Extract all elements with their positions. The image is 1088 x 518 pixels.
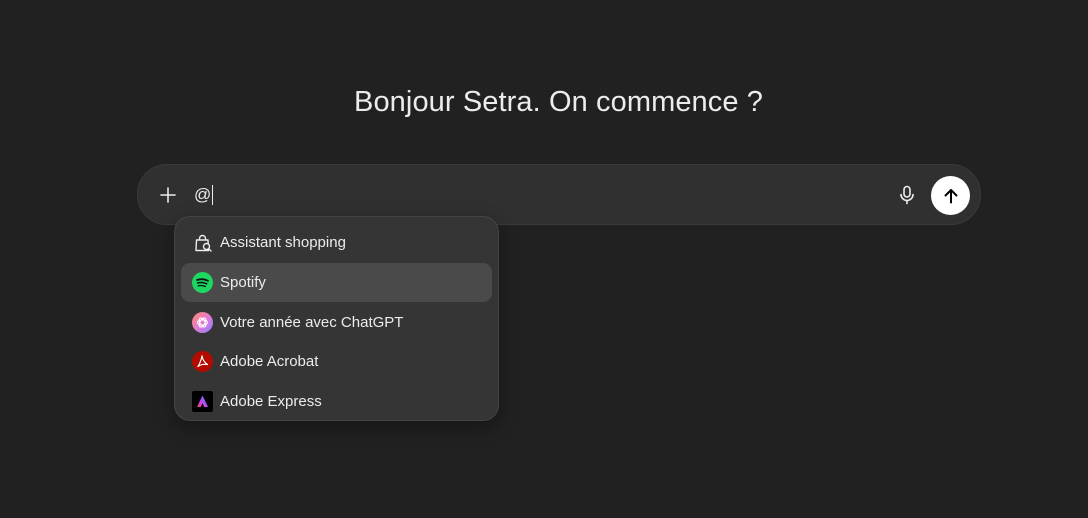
- message-input-value: @: [194, 185, 212, 204]
- menu-item-assistant-shopping[interactable]: Assistant shopping: [181, 223, 492, 262]
- dictate-button[interactable]: [891, 179, 923, 211]
- menu-item-chatgpt-year[interactable]: Votre année avec ChatGPT: [181, 303, 492, 342]
- microphone-icon: [900, 185, 914, 205]
- text-caret: [212, 185, 214, 205]
- attach-button[interactable]: [151, 178, 185, 212]
- mention-menu: Assistant shopping Spotify Votre année a…: [174, 216, 499, 421]
- adobe-acrobat-icon: [192, 351, 213, 372]
- menu-item-label: Votre année avec ChatGPT: [220, 314, 404, 331]
- greeting-heading: Bonjour Setra. On commence ?: [354, 86, 763, 118]
- menu-item-label: Adobe Express: [220, 393, 322, 410]
- send-button[interactable]: [931, 176, 970, 215]
- spotify-icon: [192, 272, 213, 293]
- adobe-express-icon: [192, 391, 213, 412]
- chatgpt-year-icon: [192, 312, 213, 333]
- menu-item-adobe-express[interactable]: Adobe Express: [181, 382, 492, 421]
- menu-item-spotify[interactable]: Spotify: [181, 263, 492, 302]
- shopping-bag-search-icon: [192, 232, 213, 253]
- menu-item-label: Assistant shopping: [220, 234, 346, 251]
- arrow-up-icon: [944, 188, 957, 203]
- menu-item-label: Spotify: [220, 274, 266, 291]
- plus-icon: [160, 187, 176, 203]
- menu-item-label: Adobe Acrobat: [220, 353, 319, 370]
- message-input[interactable]: @: [194, 183, 214, 207]
- chat-home-page: Bonjour Setra. On commence ? @ Assistant…: [0, 0, 1088, 518]
- menu-item-adobe-acrobat[interactable]: Adobe Acrobat: [181, 342, 492, 381]
